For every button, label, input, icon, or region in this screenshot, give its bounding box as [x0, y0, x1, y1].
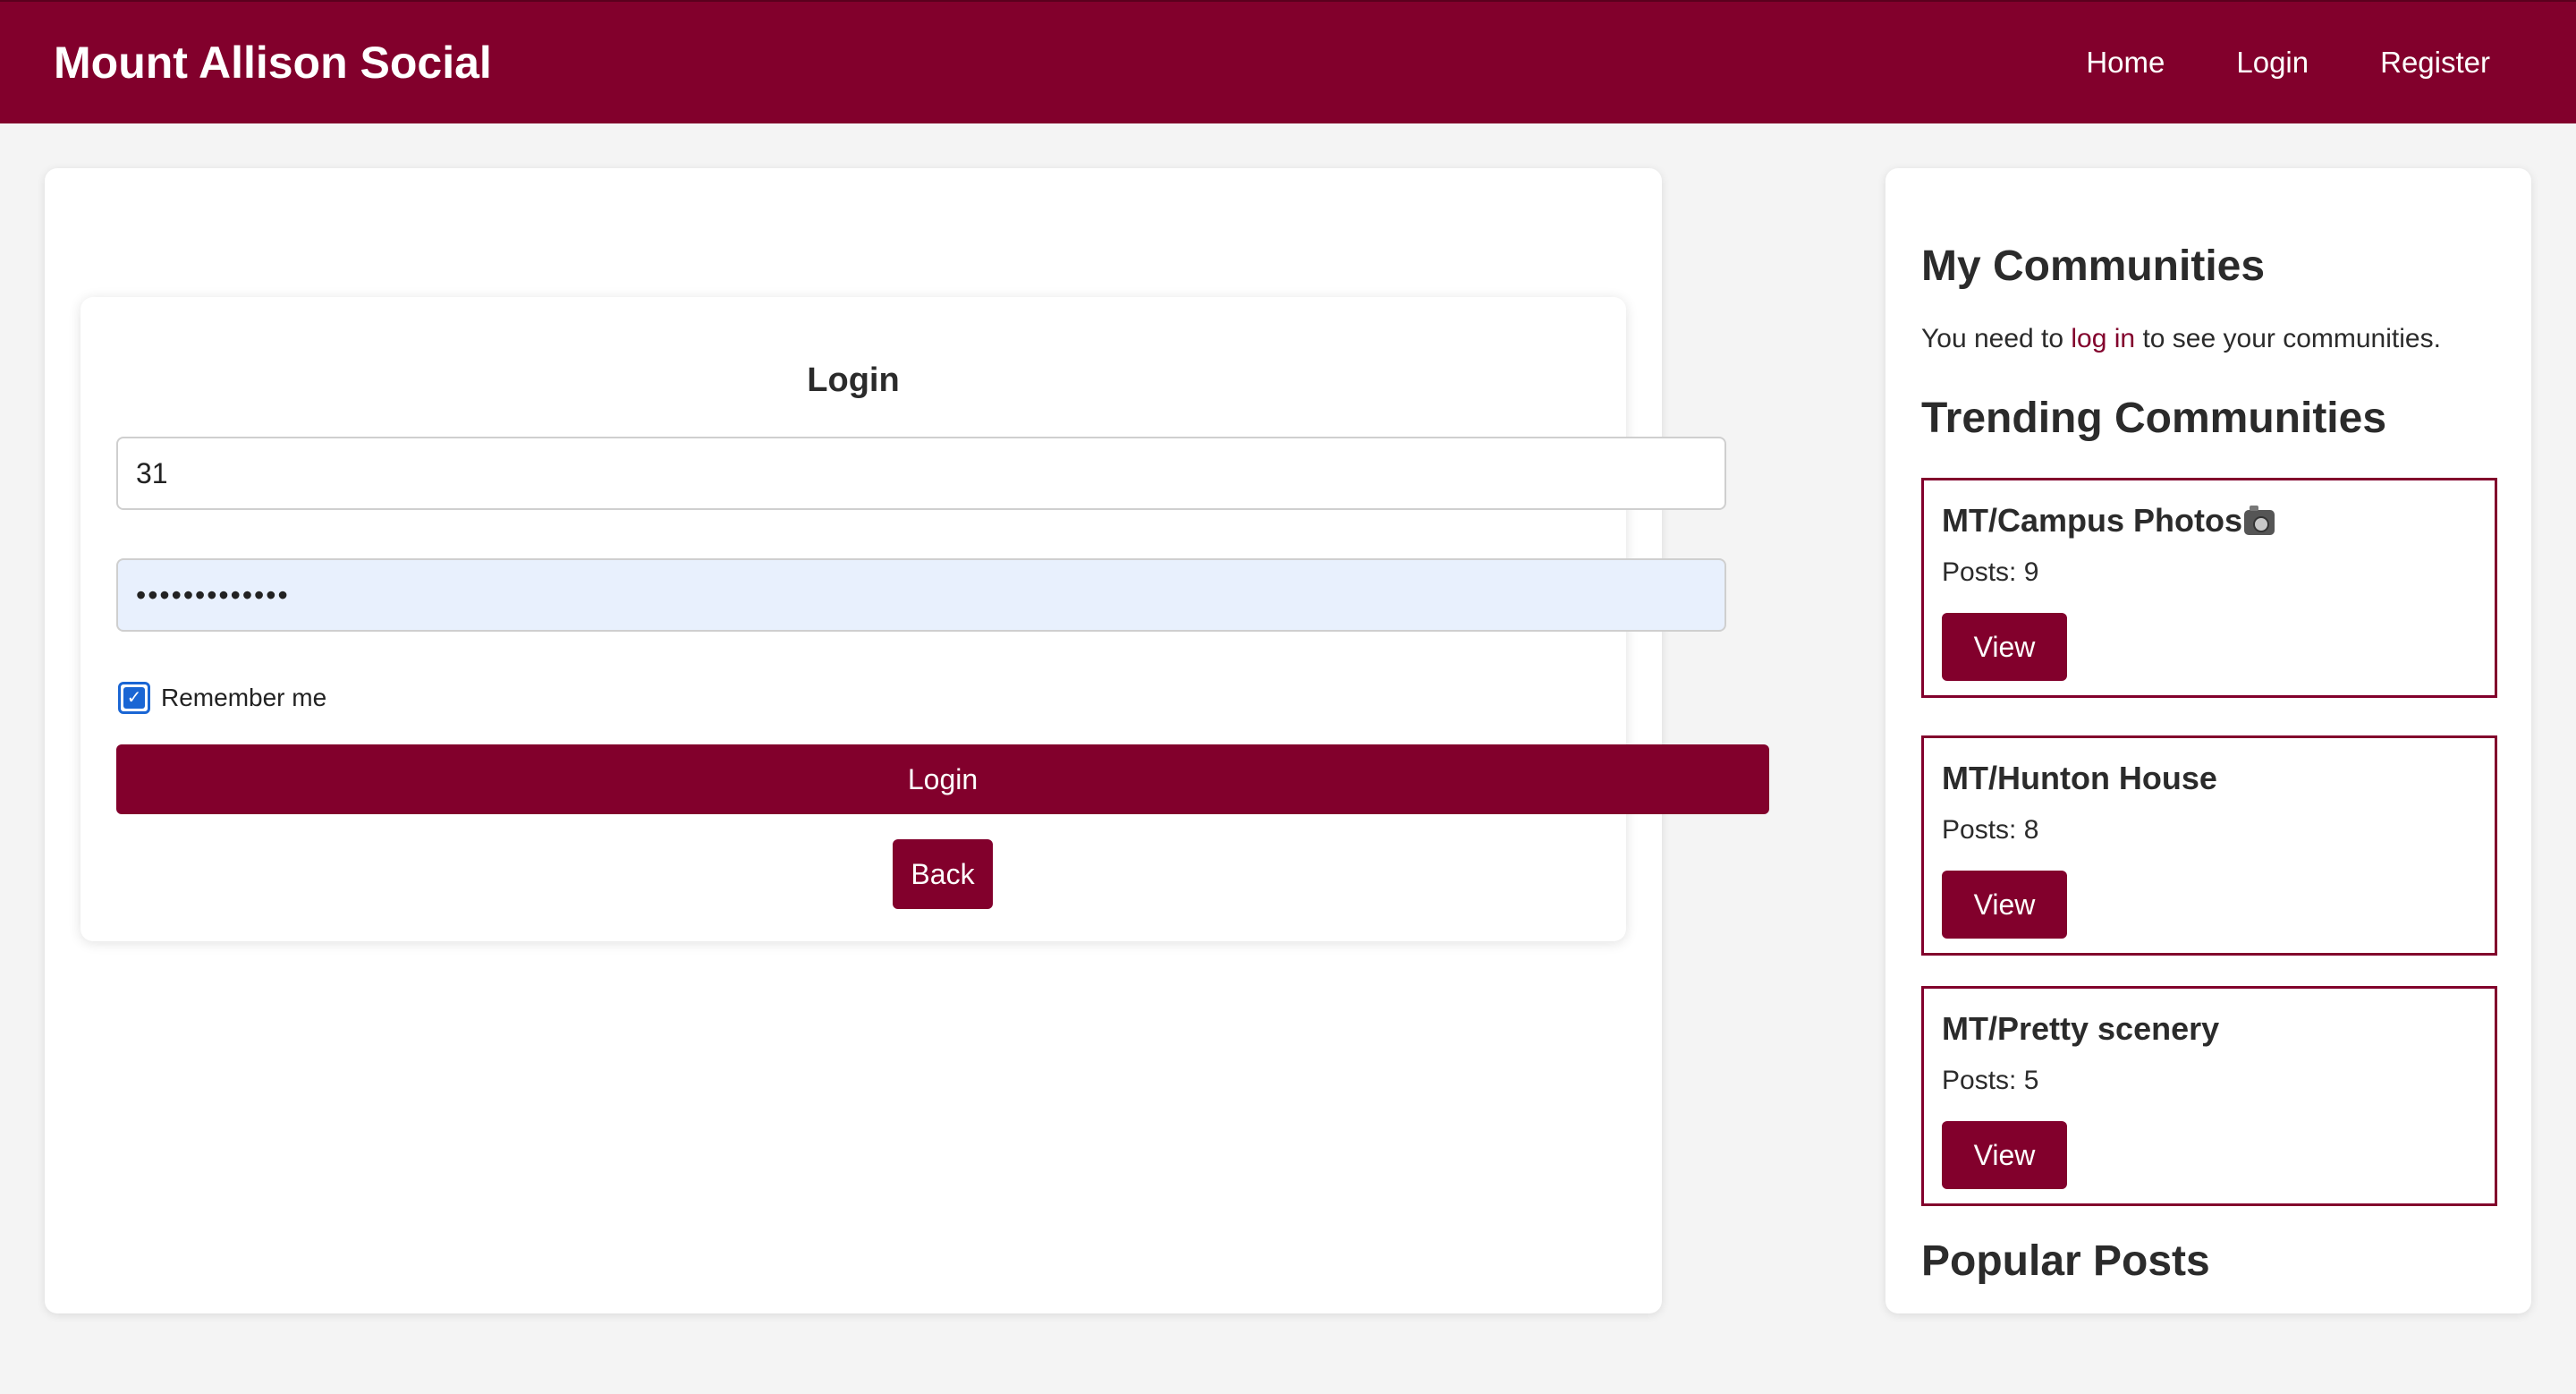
check-icon: ✓ — [123, 687, 145, 709]
nav-home-link[interactable]: Home — [2086, 46, 2165, 80]
view-community-button[interactable]: View — [1942, 1121, 2067, 1189]
remember-me-label[interactable]: Remember me — [161, 684, 326, 712]
my-communities-heading: My Communities — [1921, 242, 2266, 290]
nav-links: Home Login Register — [2086, 46, 2490, 80]
view-community-button[interactable]: View — [1942, 613, 2067, 681]
sidebar: My Communities You need to log in to see… — [1885, 168, 2531, 1313]
trending-communities-heading: Trending Communities — [1921, 395, 2387, 442]
community-card: MT/Campus Photos Posts: 9 View — [1921, 478, 2497, 698]
community-name: MT/Pretty scenery — [1942, 1010, 2220, 1047]
community-post-count: Posts: 9 — [1942, 557, 2039, 587]
popular-posts-heading: Popular Posts — [1921, 1237, 2210, 1285]
username-input[interactable] — [116, 437, 1726, 510]
login-title: Login — [807, 361, 900, 399]
login-prompt: You need to log in to see your communiti… — [1921, 324, 2441, 354]
community-card: MT/Pretty scenery Posts: 5 View — [1921, 986, 2497, 1206]
nav-register-link[interactable]: Register — [2380, 46, 2490, 80]
login-prompt-link[interactable]: log in — [2071, 324, 2135, 353]
community-post-count: Posts: 8 — [1942, 815, 2039, 845]
login-submit-button[interactable]: Login — [116, 744, 1769, 814]
view-community-button[interactable]: View — [1942, 871, 2067, 939]
top-navbar: Mount Allison Social Home Login Register — [0, 0, 2576, 123]
community-name: MT/Hunton House — [1942, 760, 2217, 796]
main-content-card: Login ✓ Remember me Login Back — [45, 168, 1769, 1313]
back-button[interactable]: Back — [893, 839, 993, 909]
login-prompt-before: You need to — [1921, 324, 2072, 353]
community-card: MT/Hunton House Posts: 8 View — [1921, 735, 2497, 956]
camera-icon — [2244, 506, 2275, 536]
login-prompt-after: to see your communities. — [2135, 324, 2441, 353]
community-post-count: Posts: 5 — [1942, 1066, 2039, 1095]
login-form: Login ✓ Remember me Login Back — [80, 297, 1769, 941]
remember-me-checkbox[interactable]: ✓ — [118, 682, 150, 714]
remember-me-row: ✓ Remember me — [118, 682, 326, 714]
site-brand[interactable]: Mount Allison Social — [54, 37, 492, 89]
community-name: MT/Campus Photos — [1942, 502, 2275, 540]
nav-login-link[interactable]: Login — [2236, 46, 2309, 80]
password-input[interactable] — [116, 558, 1726, 632]
